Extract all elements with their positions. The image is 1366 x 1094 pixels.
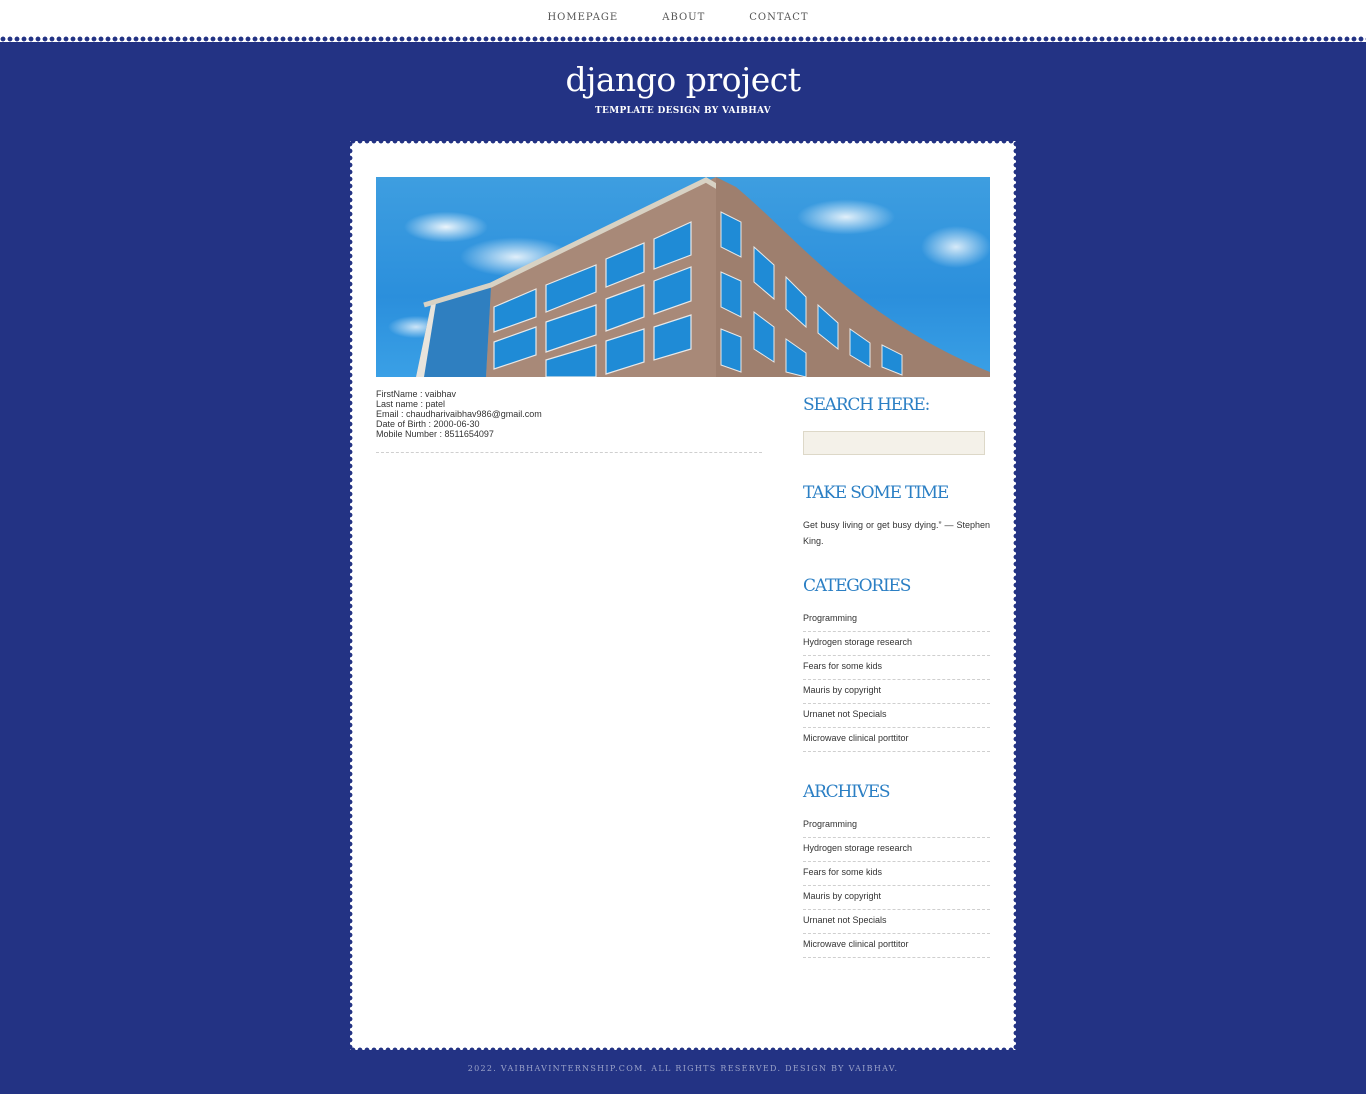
quote-text: Get busy living or get busy dying.” — St… (803, 520, 990, 546)
building-illustration (416, 177, 990, 377)
top-navigation-bar: HOMEPAGE ABOUT CONTACT (0, 0, 1366, 38)
search-widget-title: SEARCH HERE: (803, 395, 930, 415)
archive-item[interactable]: Urnanet not Specials (803, 910, 990, 934)
category-item[interactable]: Microwave clinical porttitor (803, 728, 990, 752)
main-nav: HOMEPAGE ABOUT CONTACT (0, 12, 1366, 23)
nav-about-link[interactable]: ABOUT (662, 12, 705, 23)
footer-designer-link[interactable]: VAIBHAV (849, 1064, 895, 1073)
archive-item[interactable]: Mauris by copyright (803, 886, 990, 910)
footer-period: . (894, 1064, 899, 1073)
quote-widget-title: TAKE SOME TIME (803, 483, 949, 503)
mobile-text: Mobile Number : 8511654097 (376, 429, 494, 439)
category-item[interactable]: Hydrogen storage research (803, 632, 990, 656)
dob-text: Date of Birth : 2000-06-30 (376, 419, 480, 429)
hero-building-image (376, 177, 990, 377)
stamp-edge-right (1013, 141, 1019, 1050)
site-subtitle: TEMPLATE DESIGN BY VAIBHAV (595, 106, 771, 116)
categories-list: Programming Hydrogen storage research Fe… (803, 610, 990, 752)
archives-widget-title: ARCHIVES (803, 782, 891, 802)
content-card: FirstName : vaibhav Last name : patel Em… (347, 138, 1019, 1053)
nav-contact-link[interactable]: CONTACT (749, 12, 808, 23)
sidebar: SEARCH HERE: TAKE SOME TIME Get busy liv… (803, 395, 990, 958)
search-input[interactable] (803, 431, 985, 455)
nav-homepage-link[interactable]: HOMEPAGE (547, 12, 618, 23)
category-item[interactable]: Fears for some kids (803, 656, 990, 680)
last-name-text: Last name : patel (376, 399, 446, 409)
archive-item[interactable]: Programming (803, 816, 990, 838)
first-name-text: FirstName : vaibhav (376, 389, 457, 399)
site-footer: 2022. VAIBHAVINTERNSHIP.COM. ALL RIGHTS … (0, 1064, 1366, 1073)
stamp-edge-left (347, 141, 353, 1050)
footer-copyright: 2022. VAIBHAVINTERNSHIP.COM. ALL RIGHTS … (467, 1064, 845, 1073)
content-divider (376, 452, 762, 453)
archive-item[interactable]: Hydrogen storage research (803, 838, 990, 862)
category-item[interactable]: Urnanet not Specials (803, 704, 990, 728)
email-text: Email : chaudharivaibhav986@gmail.com (376, 409, 542, 419)
archives-list: Programming Hydrogen storage research Fe… (803, 816, 990, 958)
categories-widget-title: CATEGORIES (803, 576, 911, 596)
category-item[interactable]: Mauris by copyright (803, 680, 990, 704)
archive-item[interactable]: Microwave clinical porttitor (803, 934, 990, 958)
user-profile-details: FirstName : vaibhav Last name : patel Em… (376, 389, 762, 439)
site-title: django project (565, 60, 801, 99)
category-item[interactable]: Programming (803, 610, 990, 632)
scalloped-divider (0, 36, 1366, 42)
archive-item[interactable]: Fears for some kids (803, 862, 990, 886)
